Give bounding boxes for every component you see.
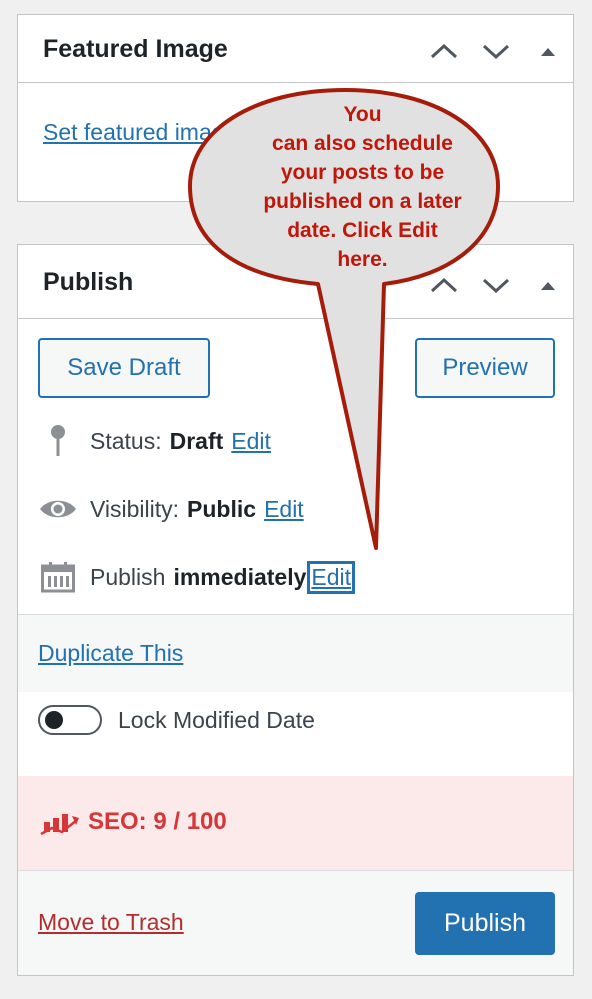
lock-modified-toggle[interactable] xyxy=(38,705,102,735)
visibility-row: Visibility: Public Edit xyxy=(38,491,304,527)
move-to-trash-link[interactable]: Move to Trash xyxy=(38,909,184,936)
chevron-up-icon[interactable] xyxy=(429,39,459,63)
visibility-value: Public xyxy=(187,495,257,522)
schedule-value: immediately xyxy=(173,563,307,590)
status-label: Status: xyxy=(90,427,162,454)
duplicate-section: Duplicate This xyxy=(18,614,573,692)
featured-image-title: Featured Image xyxy=(43,35,228,63)
schedule-row: Publish immediately Edit xyxy=(38,559,356,595)
save-draft-button[interactable]: Save Draft xyxy=(38,338,210,398)
chevron-down-icon[interactable] xyxy=(481,273,511,297)
duplicate-this-link[interactable]: Duplicate This xyxy=(38,640,183,667)
callout-line: published on a later xyxy=(263,190,462,213)
visibility-label: Visibility: xyxy=(90,495,180,522)
set-featured-image-link[interactable]: Set featured image xyxy=(43,119,237,146)
seo-chart-icon xyxy=(40,808,80,843)
featured-image-header: Featured Image xyxy=(18,15,573,83)
preview-button[interactable]: Preview xyxy=(415,338,555,398)
callout-line: here. xyxy=(337,248,388,271)
callout-line: date. Click Edit xyxy=(287,219,438,242)
chevron-down-icon[interactable] xyxy=(481,39,511,63)
edit-status-link[interactable]: Edit xyxy=(231,428,271,455)
edit-schedule-link[interactable]: Edit xyxy=(307,560,356,594)
pin-icon xyxy=(38,423,78,459)
chevron-up-icon[interactable] xyxy=(429,273,459,297)
caret-up-icon[interactable] xyxy=(536,39,560,63)
status-row: Status: Draft Edit xyxy=(38,423,271,459)
publish-panel: Publish Save Draft Preview Status: Draft… xyxy=(17,244,574,976)
edit-visibility-link[interactable]: Edit xyxy=(264,496,304,523)
calendar-icon xyxy=(38,559,78,595)
eye-icon xyxy=(38,491,78,527)
toggle-knob xyxy=(45,711,63,729)
seo-score[interactable]: SEO: 9 / 100 xyxy=(88,808,227,836)
callout-line: You xyxy=(343,103,382,126)
publish-footer: Move to Trash Publish xyxy=(18,870,573,975)
publish-button[interactable]: Publish xyxy=(415,892,555,955)
status-value: Draft xyxy=(169,427,224,454)
publish-title: Publish xyxy=(43,268,134,296)
caret-up-icon[interactable] xyxy=(536,273,560,297)
callout-line: can also schedule xyxy=(272,132,453,155)
seo-section: SEO: 9 / 100 xyxy=(18,776,573,870)
callout-line: your posts to be xyxy=(280,161,445,184)
lock-modified-label: Lock Modified Date xyxy=(118,707,315,733)
lock-modified-row: Lock Modified Date xyxy=(18,692,573,776)
schedule-label: Publish xyxy=(90,563,166,590)
callout-text: You can also schedule your posts to be p… xyxy=(220,100,505,274)
